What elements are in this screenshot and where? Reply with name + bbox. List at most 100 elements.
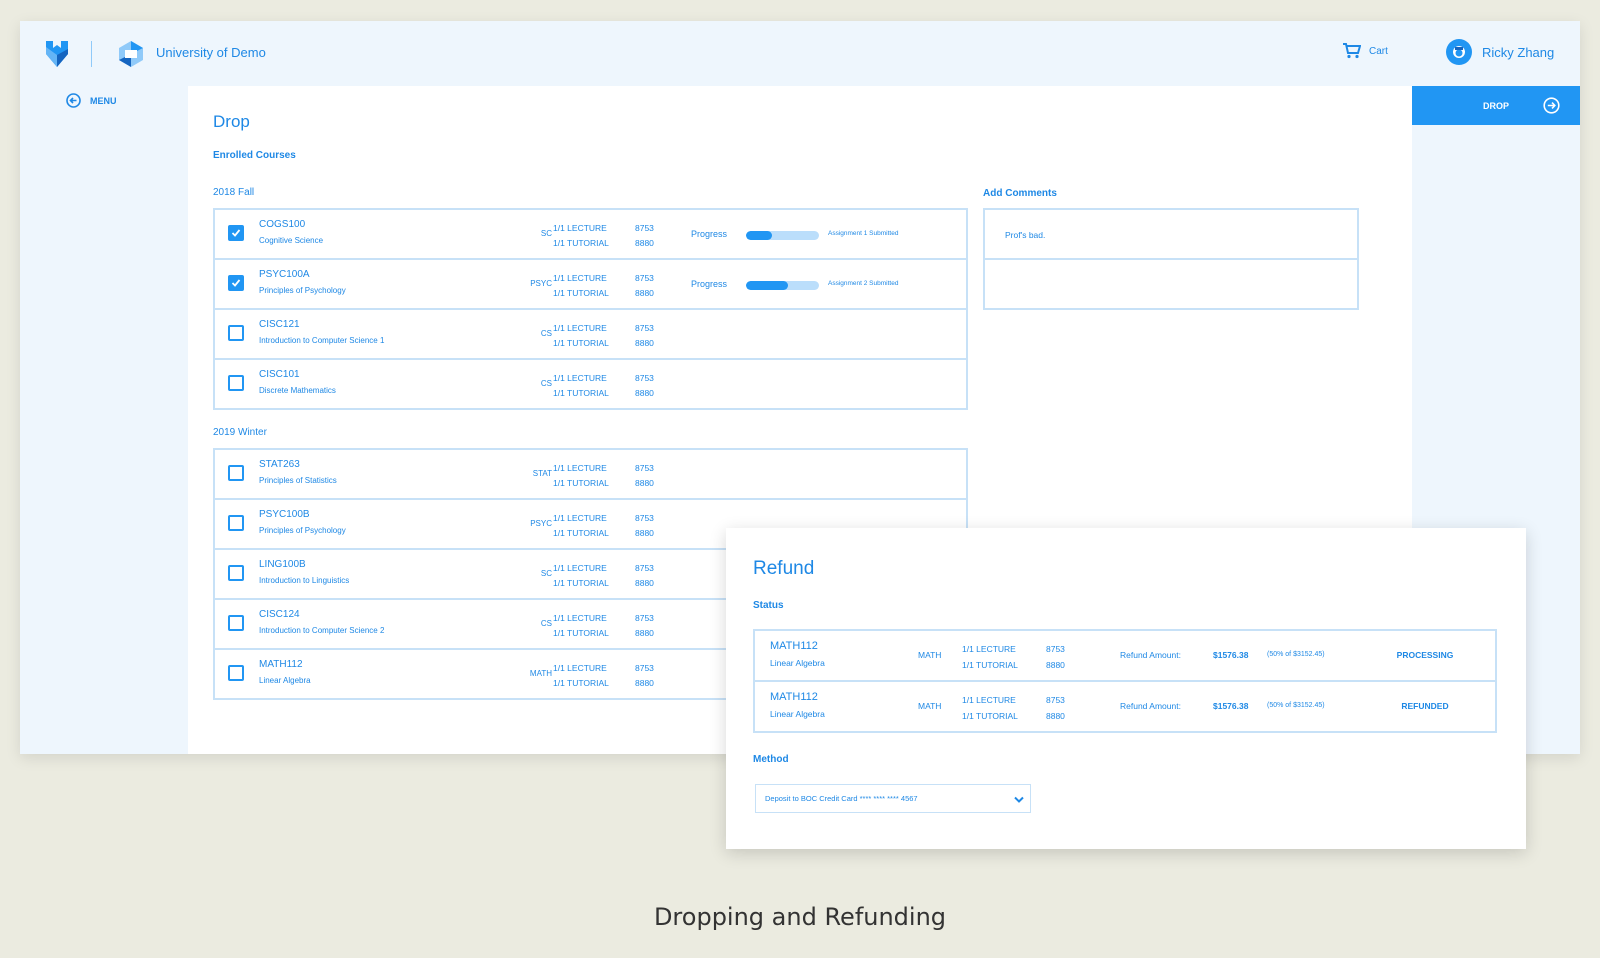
lecture-count: 1/1 LECTURE xyxy=(553,373,607,383)
refund-percent: (50% of $3152.45) xyxy=(1267,651,1325,658)
comment-input[interactable]: Prof's bad. xyxy=(983,208,1359,260)
course-dept: MATH xyxy=(529,669,552,678)
course-name: Discrete Mathematics xyxy=(259,386,336,395)
course-components: 1/1 LECTURE 1/1 TUTORIAL xyxy=(553,371,609,401)
refund-course-components: 1/1 LECTURE 1/1 TUTORIAL xyxy=(962,692,1018,724)
back-arrow-icon xyxy=(66,93,81,108)
lecture-section: 8753 xyxy=(635,613,654,623)
refund-title: Refund xyxy=(753,558,815,579)
page-title: Drop xyxy=(213,112,250,131)
tutorial-section: 8880 xyxy=(1046,711,1065,721)
chevron-down-icon xyxy=(1014,796,1024,803)
course-checkbox[interactable] xyxy=(228,275,244,291)
refund-course-components: 1/1 LECTURE 1/1 TUTORIAL xyxy=(962,641,1018,673)
course-dept: SC xyxy=(540,569,552,578)
progress-fill xyxy=(746,281,788,290)
course-components: 1/1 LECTURE 1/1 TUTORIAL xyxy=(553,461,609,491)
course-row[interactable]: COGS100 Cognitive Science SC 1/1 LECTURE 1/1… xyxy=(213,208,968,260)
course-name: Introduction to Linguistics xyxy=(259,576,350,585)
course-checkbox[interactable] xyxy=(228,325,244,341)
refund-status: PROCESSING xyxy=(1396,650,1454,660)
course-code: COGS100 xyxy=(259,219,306,230)
course-code: PSYC100B xyxy=(259,509,310,520)
progress-note: Assignment 2 Submitted xyxy=(828,280,899,287)
drop-button-label: DROP xyxy=(1482,100,1509,111)
lecture-section: 8753 xyxy=(1046,644,1065,654)
refund-row: MATH112 Linear Algebra MATH 1/1 LECTURE 1/1 … xyxy=(753,680,1497,733)
refund-course-name: Linear Algebra xyxy=(770,658,825,668)
course-name: Principles of Psychology xyxy=(259,286,346,295)
refund-amount: $1576.38 xyxy=(1213,701,1249,711)
refund-course-dept: MATH xyxy=(918,650,942,660)
tutorial-count: 1/1 TUTORIAL xyxy=(962,711,1018,721)
cart-icon xyxy=(1343,43,1361,59)
refund-amount-label: Refund Amount: xyxy=(1120,701,1181,711)
refund-course-sections: 8753 8880 xyxy=(1046,641,1065,673)
tutorial-count: 1/1 TUTORIAL xyxy=(553,338,609,348)
menu-button[interactable]: MENU xyxy=(66,93,117,108)
tutorial-count: 1/1 TUTORIAL xyxy=(553,628,609,638)
course-components: 1/1 LECTURE 1/1 TUTORIAL xyxy=(553,321,609,351)
lecture-count: 1/1 LECTURE xyxy=(553,563,607,573)
course-dept: CS xyxy=(540,329,552,338)
course-name: Linear Algebra xyxy=(259,676,311,685)
tutorial-section: 8880 xyxy=(635,388,654,398)
lecture-count: 1/1 LECTURE xyxy=(553,663,607,673)
comment-text: Prof's bad. xyxy=(1005,230,1046,240)
course-name: Cognitive Science xyxy=(259,236,324,245)
lecture-count: 1/1 LECTURE xyxy=(962,695,1016,705)
menu-label: MENU xyxy=(90,95,117,106)
course-code: PSYC100A xyxy=(259,269,310,280)
course-sections: 8753 8880 xyxy=(635,611,654,641)
course-code: CISC101 xyxy=(259,369,300,380)
course-checkbox[interactable] xyxy=(228,225,244,241)
tutorial-section: 8880 xyxy=(635,238,654,248)
tutorial-count: 1/1 TUTORIAL xyxy=(553,388,609,398)
refund-method-select[interactable]: Deposit to BOC Credit Card **** **** ***… xyxy=(755,784,1031,813)
lecture-count: 1/1 LECTURE xyxy=(553,223,607,233)
course-row[interactable]: CISC101 Discrete Mathematics CS 1/1 LECTURE… xyxy=(213,358,968,410)
progress-bar xyxy=(746,281,819,290)
course-checkbox[interactable] xyxy=(228,665,244,681)
course-code: CISC124 xyxy=(259,609,300,620)
refund-list: MATH112 Linear Algebra MATH 1/1 LECTURE 1/1 … xyxy=(753,629,1497,733)
course-sections: 8753 8880 xyxy=(635,461,654,491)
user-name: Ricky Zhang xyxy=(1482,44,1555,60)
course-dept: SC xyxy=(540,229,552,238)
lecture-section: 8753 xyxy=(635,323,654,333)
progress-bar xyxy=(746,231,819,240)
course-row[interactable]: STAT263 Principles of Statistics STAT 1/1 L… xyxy=(213,448,968,500)
user-menu[interactable]: Ricky Zhang xyxy=(1446,39,1554,65)
lecture-count: 1/1 LECTURE xyxy=(553,613,607,623)
refund-course-code: MATH112 xyxy=(770,691,818,703)
course-code: STAT263 xyxy=(259,459,300,470)
tutorial-section: 8880 xyxy=(635,288,654,298)
lecture-section: 8753 xyxy=(635,513,654,523)
lecture-count: 1/1 LECTURE xyxy=(553,273,607,283)
term-label: 2018 Fall xyxy=(213,187,255,198)
cart-link[interactable]: Cart xyxy=(1343,43,1388,59)
header-divider xyxy=(91,41,92,67)
lecture-section: 8753 xyxy=(635,223,654,233)
course-dept: PSYC xyxy=(530,279,552,288)
tutorial-count: 1/1 TUTORIAL xyxy=(553,478,609,488)
course-dept: STAT xyxy=(532,469,552,478)
university-name[interactable]: University of Demo xyxy=(156,45,266,60)
comment-input[interactable] xyxy=(983,258,1359,310)
course-checkbox[interactable] xyxy=(228,565,244,581)
course-row[interactable]: PSYC100A Principles of Psychology PSYC 1/1 … xyxy=(213,258,968,310)
course-checkbox[interactable] xyxy=(228,615,244,631)
course-checkbox[interactable] xyxy=(228,515,244,531)
app-logo-icon[interactable] xyxy=(44,39,70,69)
course-checkbox[interactable] xyxy=(228,375,244,391)
course-sections: 8753 8880 xyxy=(635,511,654,541)
refund-status: REFUNDED xyxy=(1401,701,1449,711)
course-name: Introduction to Computer Science 1 xyxy=(259,336,385,345)
caption: Dropping and Refunding xyxy=(653,903,947,931)
course-components: 1/1 LECTURE 1/1 TUTORIAL xyxy=(553,271,609,301)
course-components: 1/1 LECTURE 1/1 TUTORIAL xyxy=(553,661,609,691)
course-row[interactable]: CISC121 Introduction to Computer Science … xyxy=(213,308,968,360)
drop-button[interactable]: DROP xyxy=(1412,86,1580,125)
course-code: MATH112 xyxy=(259,659,303,670)
course-checkbox[interactable] xyxy=(228,465,244,481)
